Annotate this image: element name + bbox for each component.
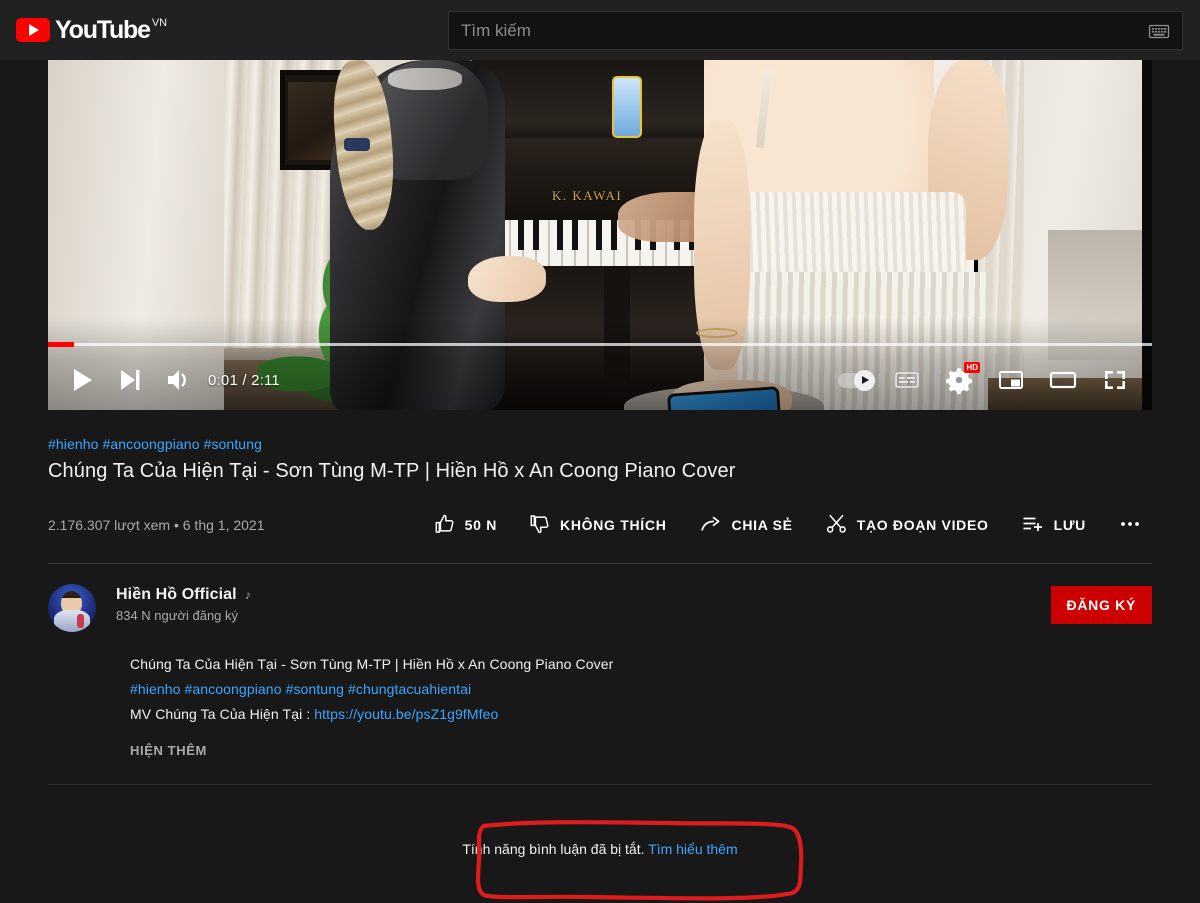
- video-player[interactable]: K. KAWAI 0:01 / 2:11 HD: [48, 60, 1152, 410]
- view-count-and-date: 2.176.307 lượt xem • 6 thg 1, 2021: [48, 517, 265, 533]
- share-button[interactable]: CHIA SẺ: [691, 505, 801, 545]
- channel-avatar[interactable]: [48, 584, 96, 632]
- music-note-badge-icon: ♪: [244, 588, 251, 602]
- save-to-playlist-icon: [1021, 512, 1045, 539]
- subscriber-count: 834 N người đăng ký: [116, 608, 239, 623]
- miniplayer-icon[interactable]: [988, 357, 1034, 403]
- more-actions-button[interactable]: [1108, 505, 1152, 545]
- theater-mode-icon[interactable]: [1040, 357, 1086, 403]
- fullscreen-icon[interactable]: [1092, 357, 1138, 403]
- share-icon: [699, 512, 723, 539]
- time-display: 0:01 / 2:11: [208, 371, 280, 389]
- search-input[interactable]: [449, 12, 1136, 49]
- channel-name[interactable]: Hiền Hồ Official: [116, 586, 237, 604]
- share-label: CHIA SẺ: [731, 517, 793, 533]
- video-hashtags[interactable]: #hienho #ancoongpiano #sontung: [48, 410, 1152, 452]
- autoplay-toggle[interactable]: [832, 357, 878, 403]
- keyboard-icon[interactable]: [1136, 12, 1182, 49]
- channel-text-block: Hiền Hồ Official ♪ 834 N người đăng ký: [116, 584, 251, 623]
- progress-bar[interactable]: [48, 342, 1152, 347]
- quality-badge: HD: [964, 362, 980, 373]
- thumbs-up-icon: [434, 513, 456, 538]
- gear-icon[interactable]: HD: [936, 357, 982, 403]
- description-line-1: Chúng Ta Của Hiện Tại - Sơn Tùng M-TP | …: [130, 656, 614, 672]
- dislike-button[interactable]: KHÔNG THÍCH: [521, 505, 674, 545]
- view-count: 2.176.307 lượt xem: [48, 517, 171, 533]
- subtitles-icon[interactable]: [884, 357, 930, 403]
- player-controls-right: HD: [832, 357, 1152, 403]
- clip-button[interactable]: TẠO ĐOẠN VIDEO: [817, 505, 997, 545]
- watch-metadata: #hienho #ancoongpiano #sontung Chúng Ta …: [48, 410, 1152, 903]
- masthead-header: YouTube VN: [0, 0, 1200, 60]
- page-title: Chúng Ta Của Hiện Tại - Sơn Tùng M-TP | …: [48, 460, 736, 482]
- save-label: LƯU: [1053, 517, 1086, 533]
- channel-info-row: Hiền Hồ Official ♪ 834 N người đăng ký Đ…: [48, 564, 1152, 648]
- channel-name-line[interactable]: Hiền Hồ Official ♪: [116, 586, 251, 604]
- save-button[interactable]: LƯU: [1013, 505, 1094, 545]
- description-mv-link[interactable]: https://youtu.be/psZ1g9fMfeo: [314, 706, 498, 722]
- learn-more-link[interactable]: Tìm hiểu thêm: [648, 841, 737, 857]
- comments-disabled-text: Tính năng bình luận đã bị tắt.: [462, 841, 645, 857]
- comments-disabled-notice: Tính năng bình luận đã bị tắt. Tìm hiểu …: [48, 841, 1152, 857]
- more-horizontal-icon: [1118, 512, 1142, 539]
- video-action-buttons: 50 N KHÔNG THÍCH CHIA SẺ TẠO ĐOẠN VIDEO …: [410, 505, 1152, 545]
- country-code-label: VN: [151, 17, 168, 29]
- description-line-2[interactable]: #hienho #ancoongpiano #sontung #chungtac…: [130, 677, 1152, 702]
- show-more-button[interactable]: HIỆN THÊM: [130, 743, 1152, 758]
- description-line-3: MV Chúng Ta Của Hiện Tại : https://youtu…: [130, 702, 1152, 727]
- like-button[interactable]: 50 N: [426, 505, 505, 545]
- progress-track[interactable]: [48, 343, 1152, 346]
- comments-section: Tính năng bình luận đã bị tắt. Tìm hiểu …: [48, 785, 1152, 903]
- video-description: Chúng Ta Của Hiện Tại - Sơn Tùng M-TP | …: [130, 652, 1152, 758]
- volume-high-icon[interactable]: [154, 357, 200, 403]
- scissors-icon: [825, 512, 848, 538]
- search-bar[interactable]: [448, 11, 1183, 50]
- like-count: 50 N: [464, 517, 498, 533]
- player-control-bar: 0:01 / 2:11 HD: [48, 350, 1152, 410]
- publish-date: 6 thg 1, 2021: [182, 517, 265, 533]
- player-controls-left: 0:01 / 2:11: [48, 357, 286, 403]
- youtube-wordmark: YouTube: [55, 16, 151, 44]
- thumbs-down-icon: [529, 513, 551, 538]
- dislike-label: KHÔNG THÍCH: [560, 517, 667, 533]
- piano-brand-text: K. KAWAI: [552, 188, 623, 203]
- next-track-icon[interactable]: [106, 357, 152, 403]
- youtube-play-icon: [16, 18, 50, 42]
- video-meta-row: 2.176.307 lượt xem • 6 thg 1, 2021 50 N: [48, 505, 1152, 545]
- progress-played: [48, 342, 74, 347]
- subscribe-button[interactable]: ĐĂNG KÝ: [1050, 586, 1152, 624]
- youtube-watch-page: YouTube VN Tìm kiếm K. KAWAI 0:01 / 2:11…: [0, 0, 1200, 903]
- red-circle-annotation: [475, 820, 804, 901]
- play-icon[interactable]: [58, 357, 104, 403]
- description-link-prefix: MV Chúng Ta Của Hiện Tại :: [130, 706, 315, 722]
- youtube-logo[interactable]: YouTube VN: [16, 17, 167, 43]
- clip-label: TẠO ĐOẠN VIDEO: [856, 517, 989, 533]
- meta-separator: •: [173, 517, 179, 533]
